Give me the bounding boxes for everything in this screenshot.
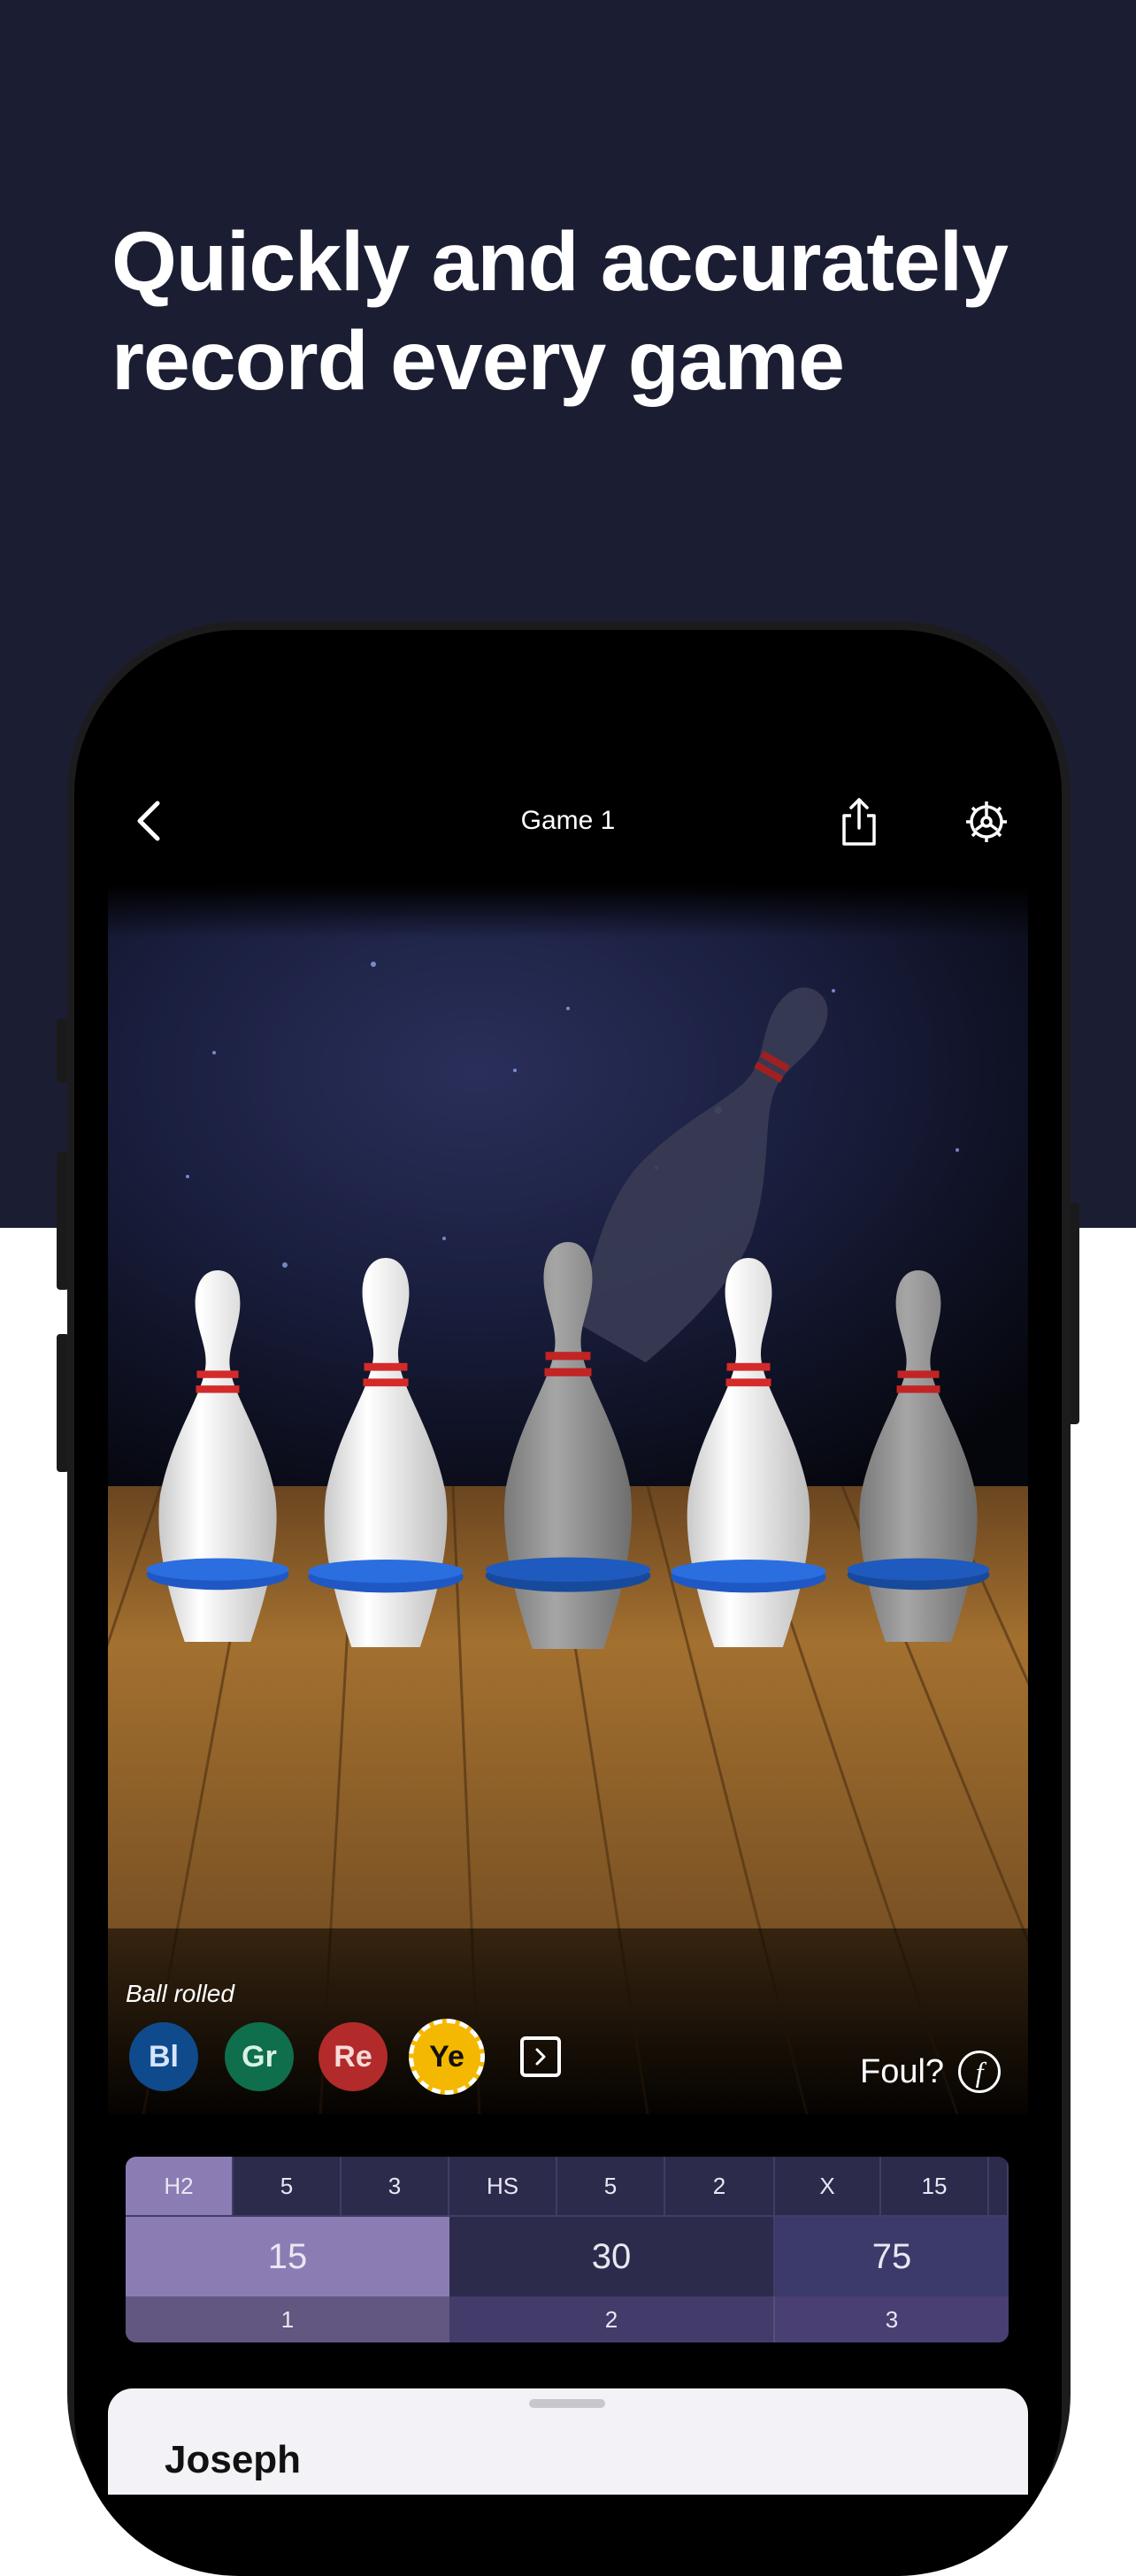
foul-icon: f xyxy=(958,2051,1002,2093)
ball-blue-button[interactable]: Bl xyxy=(129,2022,198,2091)
ball-green-button[interactable]: Gr xyxy=(225,2022,294,2091)
frame-2-number: 2 xyxy=(449,2296,775,2342)
share-button[interactable] xyxy=(835,794,883,847)
frame-2-roll-1[interactable]: HS xyxy=(449,2157,557,2217)
foul-toggle[interactable]: Foul? f xyxy=(860,2051,1002,2093)
gear-icon xyxy=(966,801,1007,842)
more-balls-button[interactable] xyxy=(520,2036,561,2077)
frame-1-total[interactable]: 15 xyxy=(126,2217,449,2296)
share-icon xyxy=(842,798,876,846)
foul-label: Foul? xyxy=(860,2052,945,2090)
frame-3-total[interactable]: 75 xyxy=(775,2217,1009,2296)
headline-line-1: Quickly and accurately xyxy=(111,215,1009,309)
player-name: Joseph xyxy=(165,2438,302,2481)
back-button[interactable] xyxy=(127,794,172,847)
frame-1-roll-3[interactable]: 3 xyxy=(342,2157,449,2217)
chevron-left-icon xyxy=(137,801,160,841)
game-title: Game 1 xyxy=(520,806,616,835)
frame-2-roll-3[interactable]: 2 xyxy=(665,2157,775,2217)
ball-red-button[interactable]: Re xyxy=(319,2022,388,2091)
frame-3-roll-2[interactable]: 15 xyxy=(881,2157,989,2217)
headline: Quickly and accurately record every game xyxy=(111,212,1085,410)
sheet-grabber[interactable] xyxy=(529,2399,605,2408)
frame-2-roll-2[interactable]: 5 xyxy=(557,2157,665,2217)
frame-1-number: 1 xyxy=(126,2296,449,2342)
ball-rolled-label: Ball rolled xyxy=(126,1980,234,2007)
settings-button[interactable] xyxy=(963,796,1010,847)
frame-1-roll-2[interactable]: 5 xyxy=(234,2157,342,2217)
ball-yellow-button[interactable]: Ye xyxy=(409,2019,485,2095)
frame-3-roll-3[interactable] xyxy=(989,2157,1009,2217)
frame-1-roll-1[interactable]: H2 xyxy=(126,2157,234,2217)
frame-2-total[interactable]: 30 xyxy=(449,2217,775,2296)
headline-line-2: record every game xyxy=(111,314,845,408)
frame-3-number: 3 xyxy=(775,2296,1009,2342)
chevron-right-icon xyxy=(535,2048,546,2066)
frame-3-roll-1[interactable]: X xyxy=(775,2157,881,2217)
bowling-lane-scene xyxy=(108,885,1028,2114)
scoreboard: H2 5 3 15 1 HS 5 2 30 2 X 15 75 3 xyxy=(126,2157,1009,2342)
